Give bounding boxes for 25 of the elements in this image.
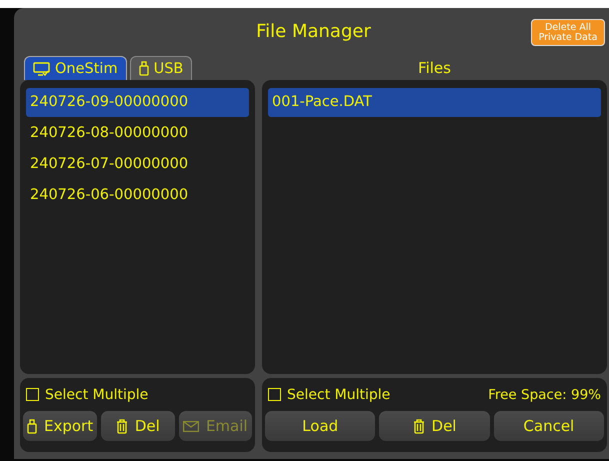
folder-item[interactable]: 240726-06-00000000 [26, 181, 249, 210]
usb-stick-icon [27, 418, 37, 434]
action-button[interactable]: Cancel [494, 411, 604, 441]
folder-item[interactable]: 240726-09-00000000 [26, 88, 249, 117]
files-heading: Files [417, 58, 452, 76]
monitor-icon [33, 62, 50, 76]
free-space-text: Free Space: 99% [488, 386, 601, 402]
action-button[interactable]: Del [379, 411, 490, 441]
envelope-icon [182, 420, 199, 432]
folder-item[interactable]: 240726-07-00000000 [26, 150, 249, 179]
action-button[interactable]: Export [23, 411, 98, 441]
checkbox-label[interactable]: Select Multiple [287, 386, 390, 402]
usb-stick-icon [138, 61, 149, 76]
tab[interactable]: USB [130, 56, 192, 80]
trash-icon [412, 418, 425, 434]
tab[interactable]: OneStim [24, 56, 127, 80]
file-item[interactable]: 001-Pace.DAT [268, 88, 601, 117]
folder-item[interactable]: 240726-08-00000000 [26, 119, 249, 148]
trash-icon [116, 418, 128, 434]
checkbox-label[interactable]: Select Multiple [45, 386, 148, 402]
action-button[interactable]: Load [265, 411, 376, 441]
checkbox[interactable] [268, 388, 281, 401]
action-button[interactable]: Del [101, 411, 175, 441]
checkbox[interactable] [26, 388, 39, 401]
window-title: File Manager [256, 21, 371, 42]
